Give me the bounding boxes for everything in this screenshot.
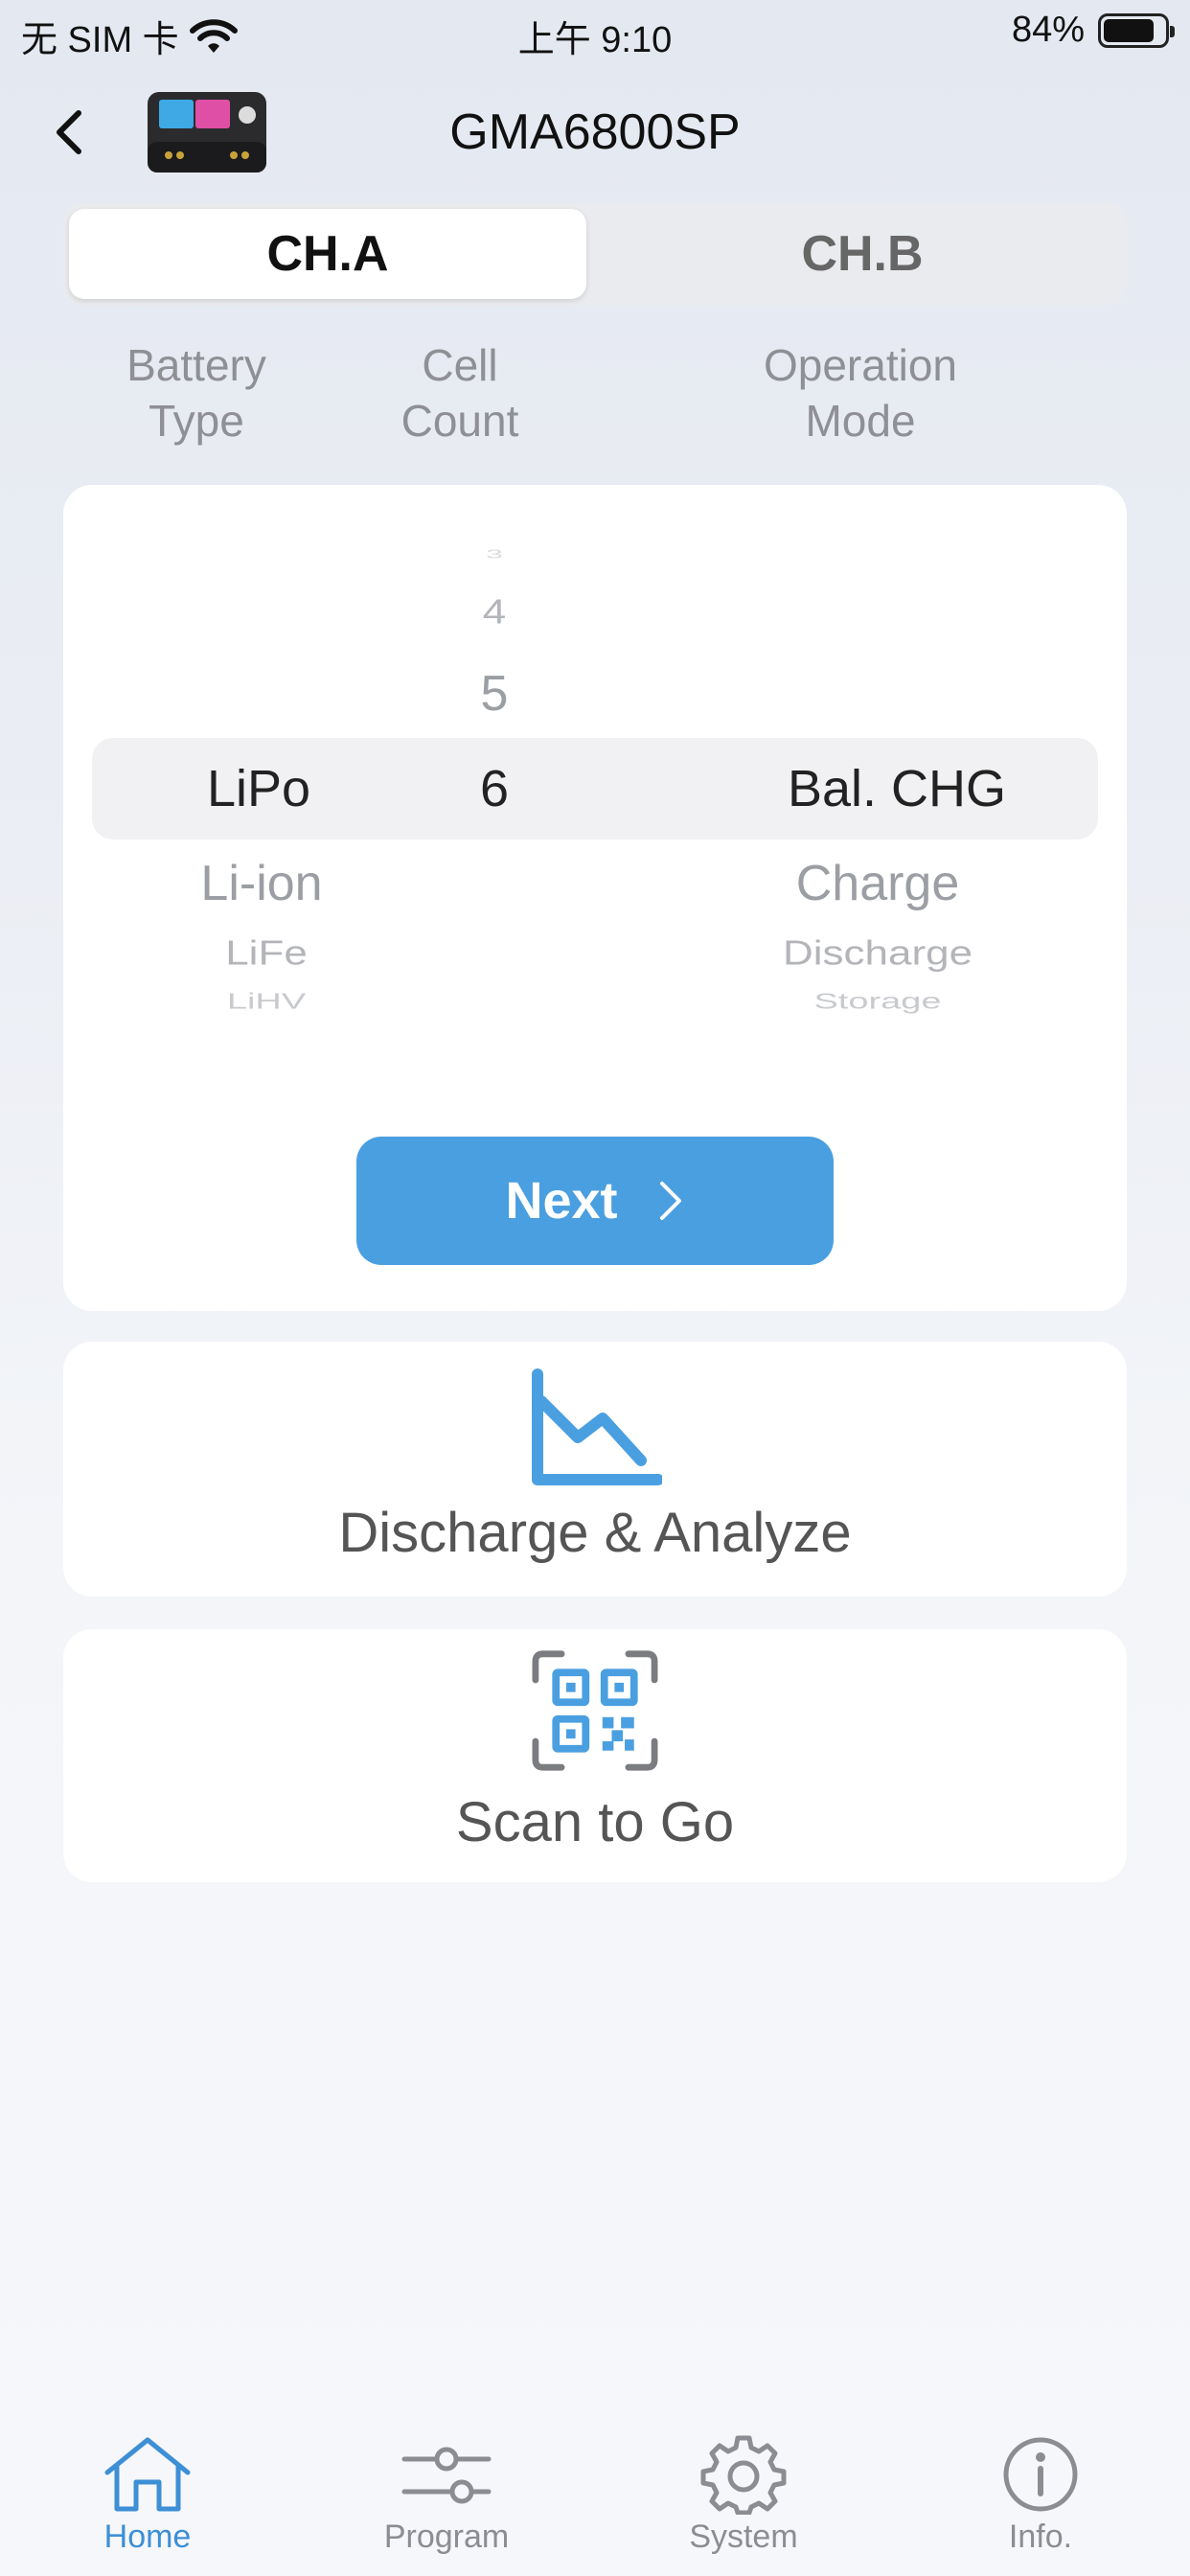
chart-icon — [532, 1368, 662, 1485]
gear-icon — [700, 2435, 787, 2515]
tab-system-label: System — [689, 2518, 798, 2555]
tab-channel-b[interactable]: CH.B — [604, 209, 1121, 299]
header-operation-mode: Operation Mode — [763, 340, 957, 446]
next-button-label: Next — [505, 1172, 618, 1230]
channel-switch: CH.A CH.B — [63, 203, 1127, 305]
chevron-right-icon — [659, 1182, 681, 1220]
operation-mode-option[interactable]: Storage — [734, 990, 1021, 1015]
program-picker-card: 3 4 5 6 LiPo Li-ion LiFe LiHV Bal. CHG C… — [63, 485, 1127, 1311]
tab-program[interactable]: Program — [351, 2434, 542, 2556]
cell-count-option[interactable]: 5 — [427, 665, 561, 723]
nav-bar: GMA6800SP — [0, 84, 1190, 184]
operation-mode-option[interactable]: Charge — [734, 855, 1021, 912]
cell-count-option[interactable]: 4 — [427, 593, 561, 632]
cell-count-selected[interactable]: 6 — [427, 759, 561, 818]
tab-program-label: Program — [383, 2518, 510, 2555]
battery-type-option[interactable]: LiHV — [115, 990, 418, 1015]
page-title: GMA6800SP — [449, 104, 741, 160]
battery-type-option[interactable]: Li-ion — [115, 855, 408, 912]
battery-type-selected[interactable]: LiPo — [115, 759, 402, 818]
header-cell-count: Cell Count — [400, 340, 519, 446]
battery-icon — [1098, 12, 1175, 48]
discharge-analyze-label: Discharge & Analyze — [338, 1502, 852, 1564]
tab-home-label: Home — [103, 2518, 192, 2555]
operation-mode-option[interactable]: Discharge — [734, 934, 1021, 974]
scan-to-go-card[interactable]: Scan to Go — [63, 1629, 1127, 1882]
tab-channel-a[interactable]: CH.A — [69, 209, 586, 299]
header-battery-type: Battery Type — [126, 340, 266, 446]
tab-bar: Home Program System Info. — [0, 2415, 1190, 2576]
status-bar: 无 SIM 卡 上午 9:10 84% — [0, 0, 1190, 67]
battery-percent: 84% — [1011, 10, 1085, 50]
sliders-icon — [401, 2447, 492, 2504]
qr-scan-icon — [532, 1650, 658, 1771]
tab-info-label: Info. — [1008, 2518, 1073, 2555]
info-icon — [1003, 2437, 1078, 2512]
next-button[interactable]: Next — [356, 1137, 834, 1265]
discharge-analyze-card[interactable]: Discharge & Analyze — [63, 1342, 1127, 1597]
scan-to-go-label: Scan to Go — [455, 1791, 735, 1853]
tab-home[interactable]: Home — [52, 2434, 243, 2556]
tab-system[interactable]: System — [648, 2434, 839, 2556]
battery-type-option[interactable]: LiFe — [115, 934, 418, 974]
cell-count-option[interactable]: 3 — [427, 547, 561, 562]
home-icon — [104, 2437, 191, 2512]
tab-info[interactable]: Info. — [945, 2434, 1136, 2556]
operation-mode-selected[interactable]: Bal. CHG — [734, 759, 1060, 818]
